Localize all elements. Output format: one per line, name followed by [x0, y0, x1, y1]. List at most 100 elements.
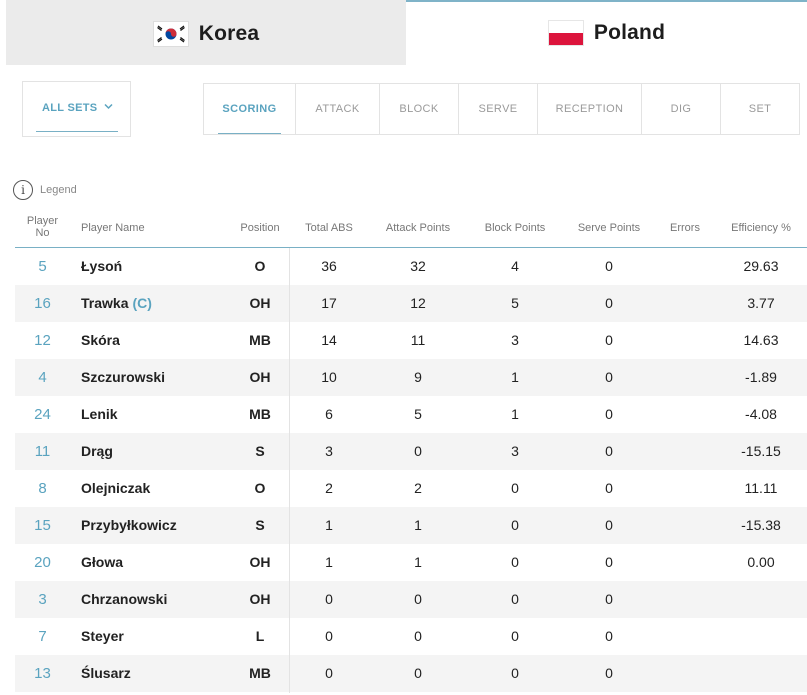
set-selector[interactable]: ALL SETS	[22, 81, 131, 137]
col-player-name[interactable]: Player Name	[81, 222, 145, 234]
player-name[interactable]: Trawka	[81, 295, 128, 311]
player-no-cell[interactable]: 3	[15, 581, 70, 618]
errors-cell	[665, 470, 705, 507]
player-no-cell[interactable]: 11	[15, 433, 70, 470]
tab-scoring[interactable]: SCORING	[203, 83, 296, 135]
tab-block[interactable]: BLOCK	[379, 83, 459, 135]
table-row[interactable]: 15 Przybyłkowicz S 1 1 0 0 -15.38	[15, 507, 807, 544]
player-name[interactable]: Głowa	[81, 554, 123, 570]
table-row[interactable]: 4 Szczurowski OH 10 9 1 0 -1.89	[15, 359, 807, 396]
player-no-cell[interactable]: 5	[15, 248, 70, 285]
player-name[interactable]: Olejniczak	[81, 480, 150, 496]
table-row[interactable]: 20 Głowa OH 1 1 0 0 0.00	[15, 544, 807, 581]
attack-points-cell: 0	[414, 591, 422, 607]
position-cell: OH	[249, 591, 271, 607]
total-abs-cell: 0	[325, 591, 333, 607]
attack-points-cell: 9	[414, 369, 422, 385]
serve-points-cell: 0	[605, 258, 613, 274]
player-no-cell[interactable]: 16	[15, 285, 70, 322]
active-tab-underline	[218, 133, 281, 134]
position-cell: OH	[249, 554, 271, 570]
legend-toggle[interactable]: i Legend	[13, 180, 77, 200]
errors-cell	[665, 285, 705, 322]
tab-dig[interactable]: DIG	[641, 83, 721, 135]
tab-serve[interactable]: SERVE	[458, 83, 538, 135]
errors-cell	[665, 618, 705, 655]
col-efficiency[interactable]: Efficiency %	[723, 222, 799, 234]
table-row[interactable]: 16 Trawka (C) OH 17 12 5 0 3.77	[15, 285, 807, 322]
tab-reception[interactable]: RECEPTION	[537, 83, 642, 135]
total-abs-cell: 0	[325, 628, 333, 644]
table-row[interactable]: 13 Ślusarz MB 0 0 0 0	[15, 655, 807, 692]
player-name[interactable]: Przybyłkowicz	[81, 517, 177, 533]
team-tab-poland[interactable]: Poland	[406, 0, 807, 64]
player-name[interactable]: Ślusarz	[81, 665, 131, 681]
block-points-cell: 0	[511, 591, 519, 607]
tab-scoring-label: SCORING	[222, 103, 277, 115]
total-abs-cell: 2	[325, 480, 333, 496]
table-header: Player No Player Name Position Total ABS…	[15, 211, 807, 248]
serve-points-cell: 0	[605, 295, 613, 311]
efficiency-cell: -1.89	[745, 369, 777, 385]
stat-tabs: SCORING ATTACK BLOCK SERVE RECEPTION DIG…	[203, 83, 800, 135]
player-no-cell[interactable]: 13	[15, 655, 70, 692]
serve-points-cell: 0	[605, 406, 613, 422]
table-row[interactable]: 3 Chrzanowski OH 0 0 0 0	[15, 581, 807, 618]
player-name-cell: Chrzanowski	[81, 581, 231, 618]
tab-set[interactable]: SET	[720, 83, 800, 135]
player-name[interactable]: Steyer	[81, 628, 124, 644]
col-player-no[interactable]: Player No	[25, 215, 60, 239]
player-name-cell: Trawka (C)	[81, 285, 231, 322]
player-name[interactable]: Chrzanowski	[81, 591, 167, 607]
player-name[interactable]: Szczurowski	[81, 369, 165, 385]
player-name[interactable]: Łysoń	[81, 258, 122, 274]
table-row[interactable]: 7 Steyer L 0 0 0 0	[15, 618, 807, 655]
col-total-abs[interactable]: Total ABS	[299, 222, 359, 234]
player-no-cell[interactable]: 7	[15, 618, 70, 655]
col-position[interactable]: Position	[235, 222, 285, 234]
player-no-cell[interactable]: 4	[15, 359, 70, 396]
efficiency-cell: 0.00	[747, 554, 775, 570]
col-block-points[interactable]: Block Points	[477, 222, 553, 234]
col-attack-points[interactable]: Attack Points	[378, 222, 458, 234]
team-tab-korea[interactable]: Korea	[6, 0, 406, 65]
block-points-cell: 3	[511, 332, 519, 348]
table-body: 5 Łysoń O 36 32 4 0 29.63 16 Trawka (C) OH 17 12 5 0 3.7…	[15, 248, 807, 692]
block-points-cell: 0	[511, 665, 519, 681]
tab-attack[interactable]: ATTACK	[295, 83, 380, 135]
player-name-cell: Lenik	[81, 396, 231, 433]
player-no-cell[interactable]: 24	[15, 396, 70, 433]
position-cell: MB	[249, 332, 271, 348]
errors-cell	[665, 248, 705, 285]
info-icon: i	[13, 180, 33, 200]
player-name[interactable]: Skóra	[81, 332, 120, 348]
total-abs-cell: 17	[321, 295, 337, 311]
player-no-cell[interactable]: 15	[15, 507, 70, 544]
table-row[interactable]: 8 Olejniczak O 2 2 0 0 11.11	[15, 470, 807, 507]
table-row[interactable]: 5 Łysoń O 36 32 4 0 29.63	[15, 248, 807, 285]
errors-cell	[665, 544, 705, 581]
efficiency-cell: -4.08	[745, 406, 777, 422]
serve-points-cell: 0	[605, 443, 613, 459]
col-serve-points[interactable]: Serve Points	[571, 222, 647, 234]
block-points-cell: 0	[511, 554, 519, 570]
serve-points-cell: 0	[605, 517, 613, 533]
player-name-cell: Drąg	[81, 433, 231, 470]
attack-points-cell: 5	[414, 406, 422, 422]
position-cell: MB	[249, 406, 271, 422]
player-name[interactable]: Drąg	[81, 443, 113, 459]
position-cell: OH	[249, 369, 271, 385]
player-no-cell[interactable]: 8	[15, 470, 70, 507]
table-row[interactable]: 11 Drąg S 3 0 3 0 -15.15	[15, 433, 807, 470]
player-no-cell[interactable]: 12	[15, 322, 70, 359]
position-cell: S	[255, 443, 265, 459]
col-errors[interactable]: Errors	[663, 222, 707, 234]
table-row[interactable]: 12 Skóra MB 14 11 3 0 14.63	[15, 322, 807, 359]
table-row[interactable]: 24 Lenik MB 6 5 1 0 -4.08	[15, 396, 807, 433]
block-points-cell: 4	[511, 258, 519, 274]
serve-points-cell: 0	[605, 480, 613, 496]
player-no-cell[interactable]: 20	[15, 544, 70, 581]
position-cell: L	[255, 628, 265, 644]
player-name[interactable]: Lenik	[81, 406, 118, 422]
team-tabs: Korea Poland	[0, 0, 807, 66]
